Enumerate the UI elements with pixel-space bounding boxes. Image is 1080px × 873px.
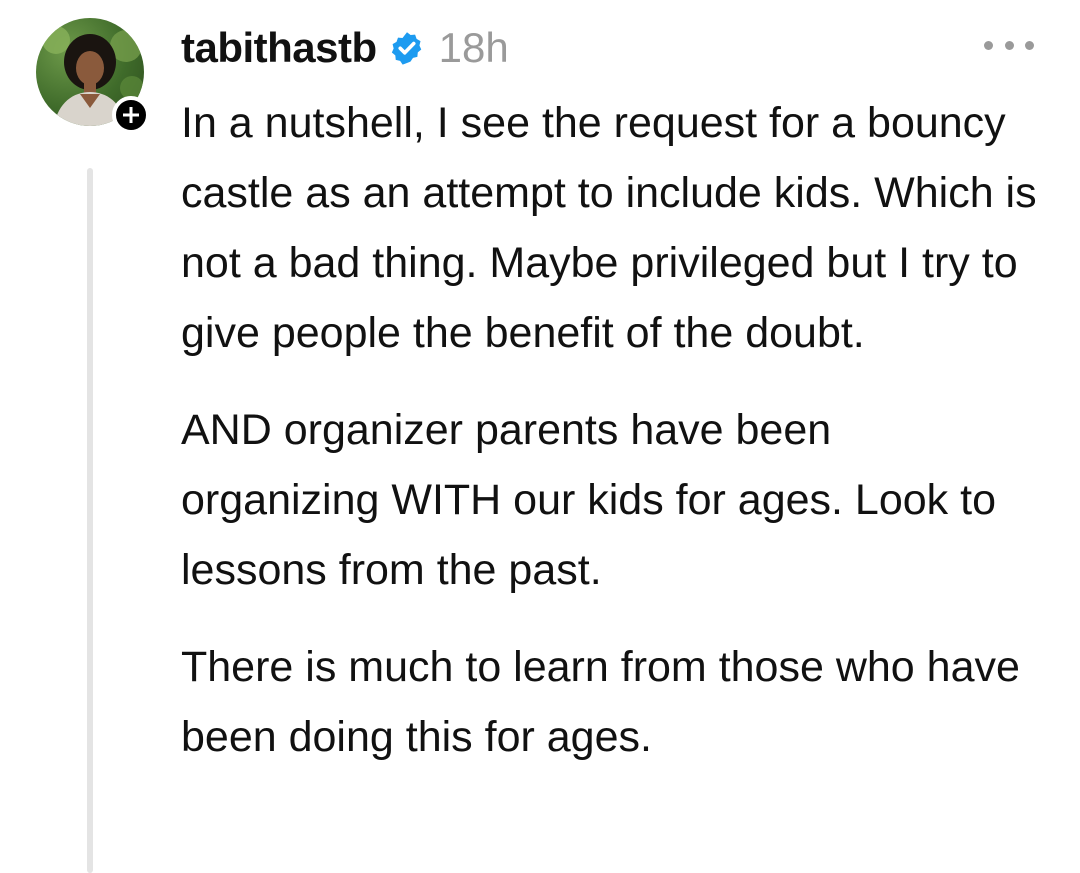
follow-button[interactable] <box>112 96 150 134</box>
plus-icon <box>123 107 139 123</box>
avatar-container <box>36 18 150 134</box>
post: tabithastb 18h In a nutshell, I see the … <box>0 0 1080 873</box>
post-header: tabithastb 18h <box>181 18 509 78</box>
more-horizontal-icon <box>1025 40 1034 50</box>
post-body: In a nutshell, I see the request for a b… <box>181 88 1041 772</box>
thread-line <box>87 168 93 873</box>
verified-badge-icon <box>389 30 425 66</box>
more-horizontal-icon <box>984 40 993 50</box>
more-horizontal-icon <box>1004 40 1014 50</box>
timestamp: 18h <box>438 24 509 71</box>
post-paragraph: There is much to learn from those who ha… <box>181 643 1020 761</box>
post-paragraph: AND organizer parents have been organizi… <box>181 406 996 594</box>
username[interactable]: tabithastb <box>181 24 377 72</box>
more-options-button[interactable] <box>984 30 1034 60</box>
post-paragraph: In a nutshell, I see the request for a b… <box>181 99 1037 357</box>
